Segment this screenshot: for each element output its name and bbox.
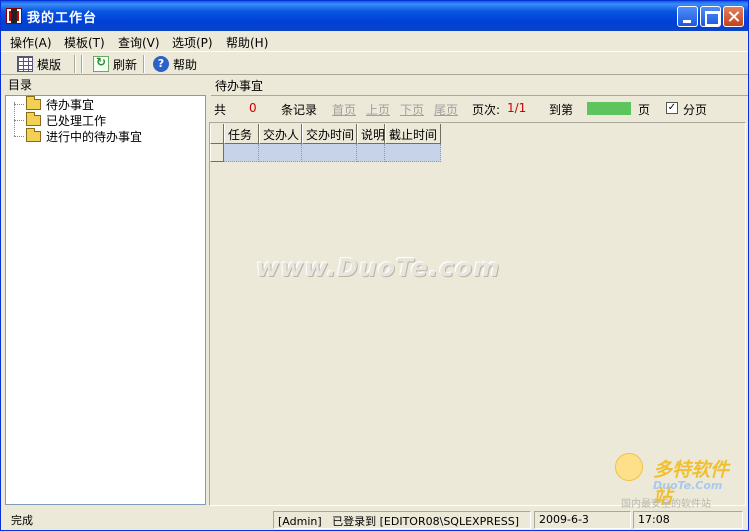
column-header-task[interactable]: 任务 xyxy=(224,124,259,144)
refresh-icon xyxy=(93,55,109,72)
total-prefix: 共 xyxy=(214,103,227,117)
status-bar: 完成 [Admin] 已登录到 [EDITOR08\SQLEXPRESS] 20… xyxy=(1,509,748,530)
next-page-link[interactable]: 下页 xyxy=(400,101,424,118)
total-suffix: 条记录 xyxy=(281,103,318,117)
app-window: 我的工作台 操作(A) 模板(T) 查询(V) 选项(P) 帮助(H) 模版 刷… xyxy=(0,0,749,531)
tree-item-processed[interactable]: 已处理工作 xyxy=(13,111,107,128)
last-page-link[interactable]: 尾页 xyxy=(434,101,458,118)
toolbar-separator xyxy=(81,55,83,73)
column-header-assign-time[interactable]: 交办时间 xyxy=(302,124,357,144)
status-login: [Admin] 已登录到 [EDITOR08\SQLEXPRESS] xyxy=(273,511,531,529)
page-value: 1/1 xyxy=(507,101,527,115)
watermark-text: www.DuoTe.com xyxy=(256,253,501,282)
menu-operation[interactable]: 操作(A) xyxy=(10,34,52,51)
row-header[interactable] xyxy=(210,144,224,162)
template-button[interactable]: 模版 xyxy=(17,55,61,73)
column-header-note[interactable]: 说明 xyxy=(357,124,385,144)
title-bar[interactable]: 我的工作台 xyxy=(1,1,748,31)
panel-title: 待办事宜 xyxy=(211,75,748,96)
first-page-link[interactable]: 首页 xyxy=(332,101,356,118)
corner-logo: 多特软件站 DuoTe.Com 国内最安全的软件站 xyxy=(613,451,747,511)
prev-page-link[interactable]: 上页 xyxy=(366,101,390,118)
menu-query[interactable]: 查询(V) xyxy=(118,34,160,51)
logo-site: DuoTe.Com xyxy=(653,479,723,492)
menu-help[interactable]: 帮助(H) xyxy=(226,34,268,51)
table-cell[interactable] xyxy=(357,144,385,162)
tree-item-label: 已处理工作 xyxy=(46,113,107,128)
refresh-button[interactable]: 刷新 xyxy=(93,55,137,73)
app-icon[interactable] xyxy=(6,8,22,24)
folder-icon xyxy=(26,127,41,142)
tree-item-in-progress[interactable]: 进行中的待办事宜 xyxy=(13,127,143,144)
menu-bar: 操作(A) 模板(T) 查询(V) 选项(P) 帮助(H) xyxy=(1,31,748,51)
folder-icon xyxy=(26,95,41,110)
table-cell[interactable] xyxy=(385,144,441,162)
column-header-deadline[interactable]: 截止时间 xyxy=(385,124,441,144)
directory-header: 目录 xyxy=(8,78,33,92)
toolbar-separator xyxy=(74,55,76,73)
tree-connector xyxy=(14,102,15,136)
window-title: 我的工作台 xyxy=(27,11,98,26)
table-cell[interactable] xyxy=(259,144,302,162)
paging-label: 分页 xyxy=(683,103,708,117)
refresh-label: 刷新 xyxy=(113,57,138,72)
status-user: [Admin] xyxy=(278,515,322,528)
row-header-corner xyxy=(210,124,224,144)
tree-item-pending[interactable]: 待办事宜 xyxy=(13,95,95,112)
goto-suffix: 页 xyxy=(638,103,651,117)
toolbar: 模版 刷新 ? 帮助 xyxy=(1,51,748,75)
help-label: 帮助 xyxy=(173,57,198,72)
table-cell[interactable] xyxy=(224,144,259,162)
task-grid[interactable]: 任务 交办人 交办时间 说明 截止时间 xyxy=(209,122,746,506)
help-button[interactable]: ? 帮助 xyxy=(153,55,197,73)
total-count: 0 xyxy=(249,101,257,115)
status-time: 17:08 xyxy=(633,511,743,529)
template-label: 模版 xyxy=(37,57,62,72)
help-icon: ? xyxy=(153,56,169,72)
logo-slogan: 国内最安全的软件站 xyxy=(621,499,711,510)
tree-item-label: 待办事宜 xyxy=(46,97,95,112)
mascot-icon xyxy=(615,453,643,481)
close-button[interactable] xyxy=(723,6,744,27)
status-server: 已登录到 [EDITOR08\SQLEXPRESS] xyxy=(332,515,520,528)
status-text: 完成 xyxy=(11,514,33,527)
page-label: 页次: xyxy=(472,103,501,117)
pager-bar: 共 0 条记录 首页 上页 下页 尾页 页次: 1/1 到第 页 ✓ 分页 xyxy=(211,97,748,119)
directory-tree[interactable]: 待办事宜 已处理工作 进行中的待办事宜 xyxy=(5,95,206,505)
column-header-assigner[interactable]: 交办人 xyxy=(259,124,302,144)
tree-item-label: 进行中的待办事宜 xyxy=(46,129,143,144)
goto-page-input[interactable] xyxy=(587,102,631,115)
paging-checkbox[interactable]: ✓ xyxy=(666,102,678,114)
menu-options[interactable]: 选项(P) xyxy=(172,34,213,51)
table-cell[interactable] xyxy=(302,144,357,162)
maximize-button[interactable] xyxy=(700,6,721,27)
menu-template[interactable]: 模板(T) xyxy=(64,34,105,51)
toolbar-separator xyxy=(143,55,145,73)
goto-label: 到第 xyxy=(549,103,574,117)
minimize-button[interactable] xyxy=(677,6,698,27)
grid-icon xyxy=(17,56,33,72)
folder-icon xyxy=(26,111,41,126)
status-date: 2009-6-3 xyxy=(534,511,631,529)
